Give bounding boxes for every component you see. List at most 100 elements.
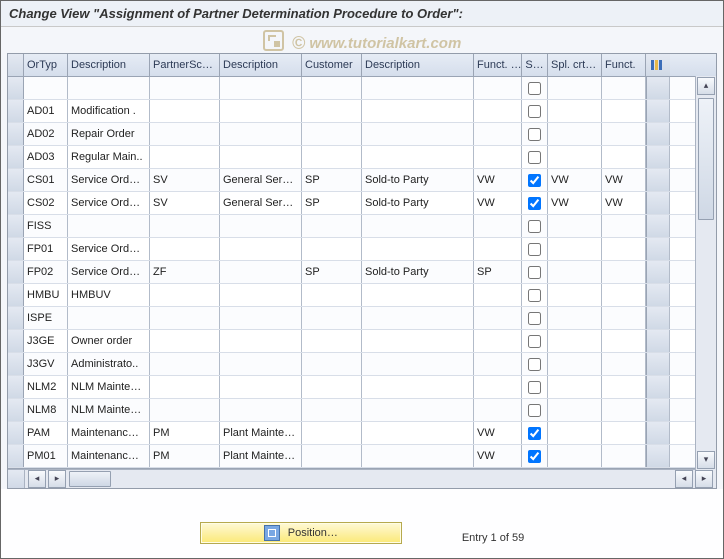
cell-description-2[interactable]: Plant Mainte… xyxy=(220,422,302,444)
s-flag-checkbox[interactable] xyxy=(528,358,541,371)
row-selector[interactable] xyxy=(8,376,24,398)
cell-ortyp[interactable]: PM01 xyxy=(24,445,68,467)
cell-function-2[interactable] xyxy=(602,399,646,421)
cell-partner-schema[interactable] xyxy=(150,284,220,306)
s-flag-checkbox[interactable] xyxy=(528,404,541,417)
cell-description-1[interactable] xyxy=(68,307,150,329)
table-row[interactable]: CS02Service Ord…SVGeneral Ser…SPSold-to … xyxy=(8,192,716,215)
cell-description-3[interactable] xyxy=(362,238,474,260)
cell-spl-crt[interactable] xyxy=(548,330,602,352)
s-flag-checkbox[interactable] xyxy=(528,151,541,164)
cell-s-checkbox[interactable] xyxy=(522,100,548,122)
cell-description-1[interactable] xyxy=(68,77,150,99)
row-selector[interactable] xyxy=(8,445,24,467)
cell-s-checkbox[interactable] xyxy=(522,238,548,260)
cell-partner-schema[interactable] xyxy=(150,146,220,168)
row-selector-header[interactable] xyxy=(8,54,24,76)
cell-customer[interactable]: SP xyxy=(302,169,362,191)
s-flag-checkbox[interactable] xyxy=(528,128,541,141)
cell-description-1[interactable]: Regular Main.. xyxy=(68,146,150,168)
cell-description-2[interactable] xyxy=(220,307,302,329)
cell-description-2[interactable] xyxy=(220,353,302,375)
cell-s-checkbox[interactable] xyxy=(522,77,548,99)
column-config-button[interactable] xyxy=(646,54,670,76)
cell-function-2[interactable] xyxy=(602,284,646,306)
cell-customer[interactable] xyxy=(302,215,362,237)
cell-spl-crt[interactable] xyxy=(548,123,602,145)
row-selector[interactable] xyxy=(8,307,24,329)
cell-description-3[interactable] xyxy=(362,100,474,122)
cell-description-3[interactable] xyxy=(362,445,474,467)
cell-s-checkbox[interactable] xyxy=(522,307,548,329)
vertical-scroll-thumb[interactable] xyxy=(698,98,714,220)
col-header-customer[interactable]: Customer xyxy=(302,54,362,76)
cell-customer[interactable] xyxy=(302,353,362,375)
cell-ortyp[interactable]: AD01 xyxy=(24,100,68,122)
row-selector[interactable] xyxy=(8,146,24,168)
s-flag-checkbox[interactable] xyxy=(528,312,541,325)
cell-partner-schema[interactable] xyxy=(150,215,220,237)
cell-description-1[interactable]: NLM Mainte… xyxy=(68,399,150,421)
cell-spl-crt[interactable]: VW xyxy=(548,192,602,214)
cell-spl-crt[interactable] xyxy=(548,422,602,444)
cell-description-2[interactable]: Plant Mainte… xyxy=(220,445,302,467)
cell-function-2[interactable] xyxy=(602,100,646,122)
cell-spl-crt[interactable] xyxy=(548,376,602,398)
cell-partner-schema[interactable]: ZF xyxy=(150,261,220,283)
cell-description-1[interactable]: Maintenanc… xyxy=(68,445,150,467)
cell-description-3[interactable] xyxy=(362,123,474,145)
col-header-function-2[interactable]: Funct. xyxy=(602,54,646,76)
s-flag-checkbox[interactable] xyxy=(528,335,541,348)
table-row[interactable]: J3GVAdministrato.. xyxy=(8,353,716,376)
cell-function-2[interactable] xyxy=(602,77,646,99)
cell-spl-crt[interactable] xyxy=(548,307,602,329)
col-header-function[interactable]: Funct. … xyxy=(474,54,522,76)
cell-customer[interactable] xyxy=(302,100,362,122)
cell-s-checkbox[interactable] xyxy=(522,353,548,375)
cell-customer[interactable] xyxy=(302,307,362,329)
row-selector[interactable] xyxy=(8,77,24,99)
cell-spl-crt[interactable] xyxy=(548,238,602,260)
cell-ortyp[interactable]: FP02 xyxy=(24,261,68,283)
cell-partner-schema[interactable] xyxy=(150,123,220,145)
cell-description-1[interactable]: Modification . xyxy=(68,100,150,122)
cell-customer[interactable] xyxy=(302,238,362,260)
cell-s-checkbox[interactable] xyxy=(522,284,548,306)
cell-description-2[interactable]: General Ser… xyxy=(220,169,302,191)
scroll-left-button[interactable]: ◂ xyxy=(28,470,46,488)
s-flag-checkbox[interactable] xyxy=(528,381,541,394)
cell-function-2[interactable] xyxy=(602,422,646,444)
cell-function-2[interactable] xyxy=(602,238,646,260)
s-flag-checkbox[interactable] xyxy=(528,450,541,463)
cell-function-2[interactable] xyxy=(602,353,646,375)
cell-function-2[interactable] xyxy=(602,146,646,168)
cell-description-1[interactable]: Service Ord… xyxy=(68,261,150,283)
cell-description-1[interactable]: Administrato.. xyxy=(68,353,150,375)
s-flag-checkbox[interactable] xyxy=(528,266,541,279)
s-flag-checkbox[interactable] xyxy=(528,220,541,233)
cell-customer[interactable] xyxy=(302,146,362,168)
cell-description-1[interactable]: Repair Order xyxy=(68,123,150,145)
cell-function[interactable]: SP xyxy=(474,261,522,283)
s-flag-checkbox[interactable] xyxy=(528,197,541,210)
cell-description-2[interactable] xyxy=(220,77,302,99)
cell-function[interactable] xyxy=(474,238,522,260)
cell-function-2[interactable] xyxy=(602,307,646,329)
col-header-description-2[interactable]: Description xyxy=(220,54,302,76)
cell-s-checkbox[interactable] xyxy=(522,330,548,352)
table-row[interactable]: PAMMaintenanc…PMPlant Mainte…VW xyxy=(8,422,716,445)
row-selector[interactable] xyxy=(8,261,24,283)
cell-function[interactable] xyxy=(474,284,522,306)
row-selector[interactable] xyxy=(8,100,24,122)
col-header-spl-crt[interactable]: Spl. crt… xyxy=(548,54,602,76)
cell-description-2[interactable] xyxy=(220,261,302,283)
cell-ortyp[interactable]: PAM xyxy=(24,422,68,444)
cell-customer[interactable] xyxy=(302,422,362,444)
cell-function-2[interactable]: VW xyxy=(602,169,646,191)
row-selector[interactable] xyxy=(8,330,24,352)
cell-customer[interactable]: SP xyxy=(302,192,362,214)
cell-ortyp[interactable]: AD03 xyxy=(24,146,68,168)
cell-function[interactable] xyxy=(474,77,522,99)
cell-description-3[interactable] xyxy=(362,77,474,99)
table-row[interactable]: AD01Modification . xyxy=(8,100,716,123)
